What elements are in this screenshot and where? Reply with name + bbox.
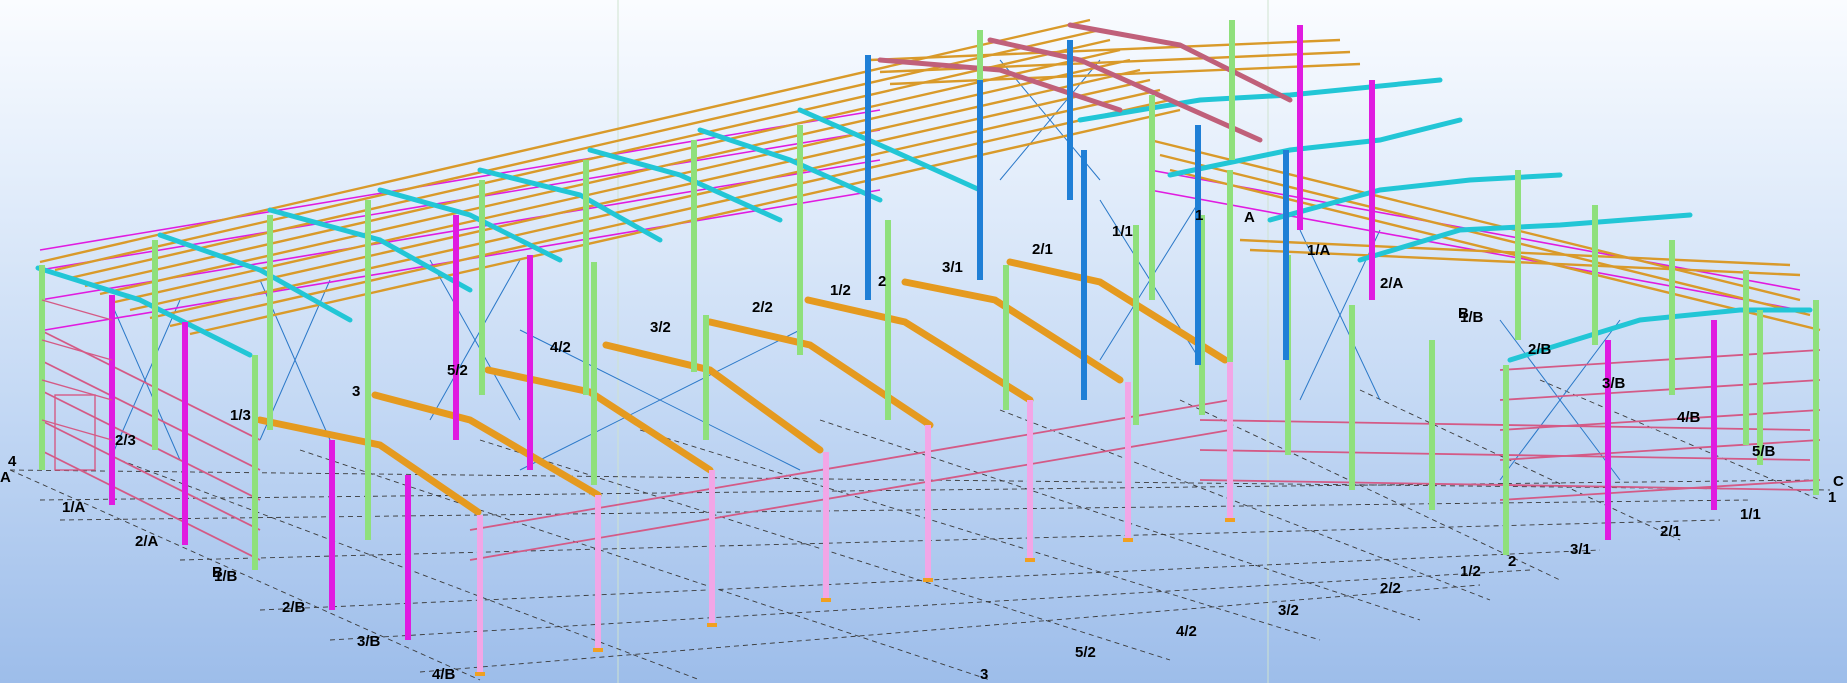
frame-label-2-3: 2/3 [115, 432, 136, 449]
grid-label-5-2: 5/2 [1075, 644, 1096, 661]
base-plates [475, 518, 1235, 676]
frame-label-3-b: 3/B [1602, 375, 1626, 392]
structure-3d-viewport[interactable]: 1/3 3 5/2 4/2 3/2 2/2 1/2 2 3/1 2/1 1/1 … [0, 0, 1847, 683]
grid-label-2: 2 [1508, 553, 1516, 570]
grid-label-4: 4 [8, 453, 17, 470]
grid-label-1-1: 1/1 [1740, 506, 1761, 523]
frame-label-1-a: 1/A [1307, 242, 1331, 259]
grid-label-4-b: 4/B [432, 666, 456, 683]
frame-label-2-b: 2/B [1528, 341, 1552, 358]
frame-label-1-1: 1/1 [1112, 223, 1133, 240]
grid-label-c: C [1833, 473, 1844, 490]
frame-label-3-2: 3/2 [650, 319, 671, 336]
grid-label-1-b: 1/B [214, 568, 238, 585]
grid-label-a: A [0, 469, 11, 486]
frame-label-3-1: 3/1 [942, 259, 963, 276]
grid-label-2-a: 2/A [135, 533, 159, 550]
grid-label-3-b: 3/B [357, 633, 381, 650]
eaves-beams [35, 77, 1813, 363]
magenta-columns [109, 25, 1717, 640]
frame-label-1: 1 [1195, 207, 1203, 224]
grid-label-3-2: 3/2 [1278, 602, 1299, 619]
grid-label-3-1: 3/1 [1570, 541, 1591, 558]
frame-label-3: 3 [352, 383, 360, 400]
frame-label-a: A [1244, 209, 1255, 226]
main-rafters [256, 258, 1229, 516]
frame-label-1-b: 1/B [1460, 309, 1484, 326]
grid-label-1-2: 1/2 [1460, 563, 1481, 580]
frame-label-2-a: 2/A [1380, 275, 1404, 292]
frame-label-2-2: 2/2 [752, 299, 773, 316]
frame-label-2-1: 2/1 [1032, 241, 1053, 258]
frame-label-1-2: 1/2 [830, 282, 851, 299]
frame-label-1-3: 1/3 [230, 407, 251, 424]
grid-label-1: 1 [1828, 489, 1836, 506]
grid-label-3: 3 [980, 666, 988, 683]
frame-label-5-2: 5/2 [447, 362, 468, 379]
grid-label-2-b: 2/B [282, 599, 306, 616]
structural-model-view[interactable]: 1/3 3 5/2 4/2 3/2 2/2 1/2 2 3/1 2/1 1/1 … [0, 0, 1847, 683]
frame-label-4-b: 4/B [1677, 409, 1701, 426]
left-gable-rails [41, 299, 113, 471]
grid-label-2-2: 2/2 [1380, 580, 1401, 597]
grid-label-2-1: 2/1 [1660, 523, 1681, 540]
grid-label-4-2: 4/2 [1176, 623, 1197, 640]
frame-label-4-2: 4/2 [550, 339, 571, 356]
grid-label-1-a: 1/A [62, 499, 86, 516]
frame-label-5-b: 5/B [1752, 443, 1776, 460]
frame-label-2: 2 [878, 273, 886, 290]
